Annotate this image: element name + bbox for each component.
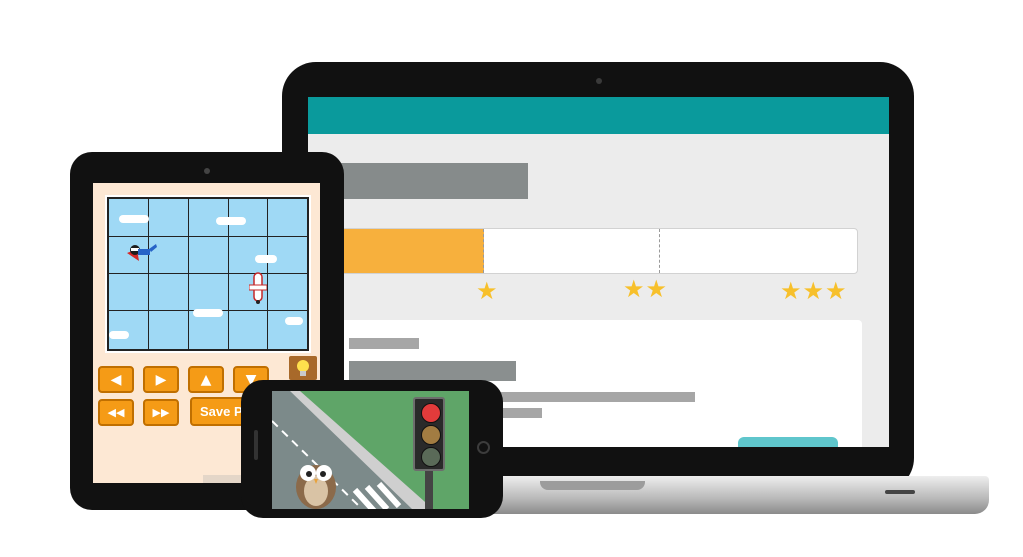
laptop-action-button[interactable]: [738, 437, 838, 447]
progress-milestone-2: [659, 229, 660, 273]
rewind-button[interactable]: ◀◀: [98, 399, 134, 426]
move-up-button[interactable]: ▲: [188, 366, 224, 393]
laptop-camera: [596, 78, 602, 84]
progress-fill: [331, 229, 484, 273]
green-light-icon: [421, 447, 441, 467]
phone-screen: [272, 391, 469, 509]
move-right-button[interactable]: ▶: [143, 366, 179, 393]
cloud-icon: [216, 217, 246, 225]
card-heading-placeholder: [349, 361, 516, 381]
card-label-placeholder: [349, 338, 419, 349]
amber-light-icon: [421, 425, 441, 445]
cloud-icon: [255, 255, 277, 263]
page-title-placeholder: [330, 163, 528, 199]
traffic-light: [413, 397, 445, 471]
progress-bar: [330, 228, 858, 274]
red-light-icon: [421, 403, 441, 423]
traffic-light-pole: [425, 467, 433, 509]
phone-speaker: [254, 430, 258, 460]
move-left-button[interactable]: ◀: [98, 366, 134, 393]
app-header-bar: [308, 97, 889, 134]
cloud-icon: [119, 215, 149, 223]
one-star-icon: ★: [476, 277, 499, 305]
game-grid: [105, 195, 311, 353]
laptop-notch: [540, 481, 645, 490]
lightbulb-hint-icon[interactable]: [289, 356, 317, 380]
tablet-camera: [204, 168, 210, 174]
three-star-icon: ★★★: [780, 277, 848, 305]
cloud-icon: [193, 309, 223, 317]
two-star-icon: ★★: [623, 275, 669, 303]
superhero-icon: [127, 244, 157, 261]
phone-home-button[interactable]: [477, 441, 490, 454]
card-text-line-2: [500, 408, 542, 418]
progress-milestone-1: [483, 229, 484, 273]
airplane-icon: [249, 272, 267, 304]
cloud-icon: [285, 317, 303, 325]
cloud-icon: [109, 331, 129, 339]
card-text-line-1: [500, 392, 695, 402]
laptop-foot: [885, 490, 915, 494]
fast-forward-button[interactable]: ▶▶: [143, 399, 179, 426]
owl-icon: [296, 465, 336, 509]
